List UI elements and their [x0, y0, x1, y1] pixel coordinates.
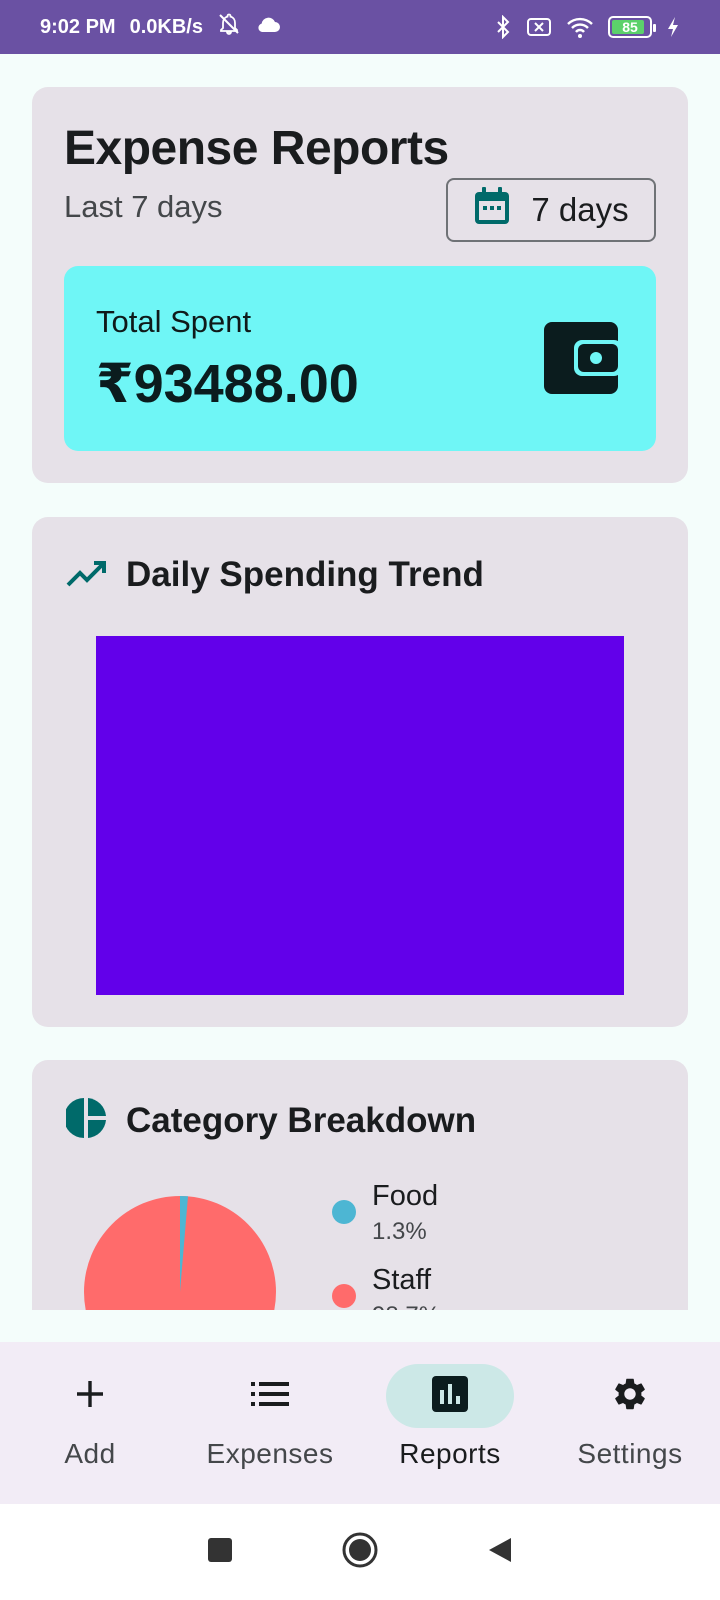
category-pie-chart	[84, 1195, 284, 1310]
nav-item-settings[interactable]: Settings	[540, 1342, 720, 1504]
legend-dot-staff	[332, 1284, 356, 1308]
total-spent-label: Total Spent	[96, 304, 252, 339]
nav-label: Reports	[399, 1438, 501, 1469]
trend-title: Daily Spending Trend	[126, 555, 484, 594]
status-bar: 9:02 PM 0.0KB/s 85	[0, 0, 720, 54]
status-left: 9:02 PM 0.0KB/s	[40, 12, 281, 42]
date-range-button[interactable]: 7 days	[446, 178, 656, 242]
nav-icon-container	[566, 1364, 694, 1428]
charging-icon	[666, 16, 680, 38]
nav-icon-container	[386, 1364, 514, 1428]
category-breakdown-card: Category Breakdown Food 1.3% Staff 98.7%	[32, 1060, 688, 1310]
nav-icon-container	[26, 1364, 154, 1428]
legend-dot-food	[332, 1200, 356, 1224]
daily-trend-card: Daily Spending Trend	[32, 517, 688, 1027]
sim-off-icon	[526, 16, 552, 38]
header-card: Expense Reports Last 7 days 7 days Total…	[32, 87, 688, 483]
reports-content[interactable]: Expense Reports Last 7 days 7 days Total…	[0, 54, 720, 1310]
back-icon[interactable]	[487, 1536, 513, 1569]
bottom-navigation: Add Expenses Reports Settings	[0, 1342, 720, 1504]
nav-item-expenses[interactable]: Expenses	[180, 1342, 360, 1504]
wifi-icon	[566, 16, 594, 38]
nav-label: Add	[64, 1438, 116, 1469]
status-time: 9:02 PM	[40, 15, 116, 38]
legend-name: Staff	[372, 1264, 432, 1296]
total-spent-value: ₹93488.00	[96, 354, 359, 414]
nav-label: Settings	[577, 1438, 683, 1469]
battery-level: 85	[622, 19, 638, 35]
wallet-icon	[544, 322, 622, 399]
legend-name: Food	[372, 1180, 439, 1212]
legend-percent: 98.7%	[372, 1302, 440, 1310]
nav-icon-container	[206, 1364, 334, 1428]
page-title: Expense Reports	[64, 122, 449, 175]
cloud-icon	[255, 14, 281, 40]
nav-item-add[interactable]: Add	[0, 1342, 180, 1504]
total-spent-card: Total Spent ₹93488.00	[64, 266, 656, 451]
trending-up-icon	[66, 559, 106, 592]
bar-chart-icon	[432, 1375, 468, 1417]
status-icons: 85	[494, 15, 680, 39]
battery-icon: 85	[608, 16, 656, 38]
date-range-label: 7 days	[531, 191, 629, 228]
network-speed: 0.0KB/s	[129, 15, 203, 38]
system-navigation	[0, 1504, 720, 1600]
category-title: Category Breakdown	[126, 1100, 477, 1140]
home-icon[interactable]	[341, 1531, 379, 1574]
bell-off-icon	[217, 12, 241, 42]
plus-icon	[74, 1378, 106, 1415]
bluetooth-icon	[494, 15, 512, 39]
legend-percent: 1.3%	[372, 1218, 427, 1245]
daily-trend-chart	[96, 636, 624, 995]
category-header: Category Breakdown	[64, 1098, 477, 1143]
nav-label: Expenses	[206, 1438, 334, 1469]
calendar-icon	[473, 186, 511, 234]
page-subtitle: Last 7 days	[64, 189, 223, 224]
trend-header: Daily Spending Trend	[66, 555, 484, 595]
gear-icon	[611, 1375, 649, 1418]
list-icon	[251, 1380, 289, 1413]
pie-chart-icon	[64, 1098, 106, 1143]
recents-icon[interactable]	[207, 1537, 233, 1568]
nav-item-reports[interactable]: Reports	[360, 1342, 540, 1504]
